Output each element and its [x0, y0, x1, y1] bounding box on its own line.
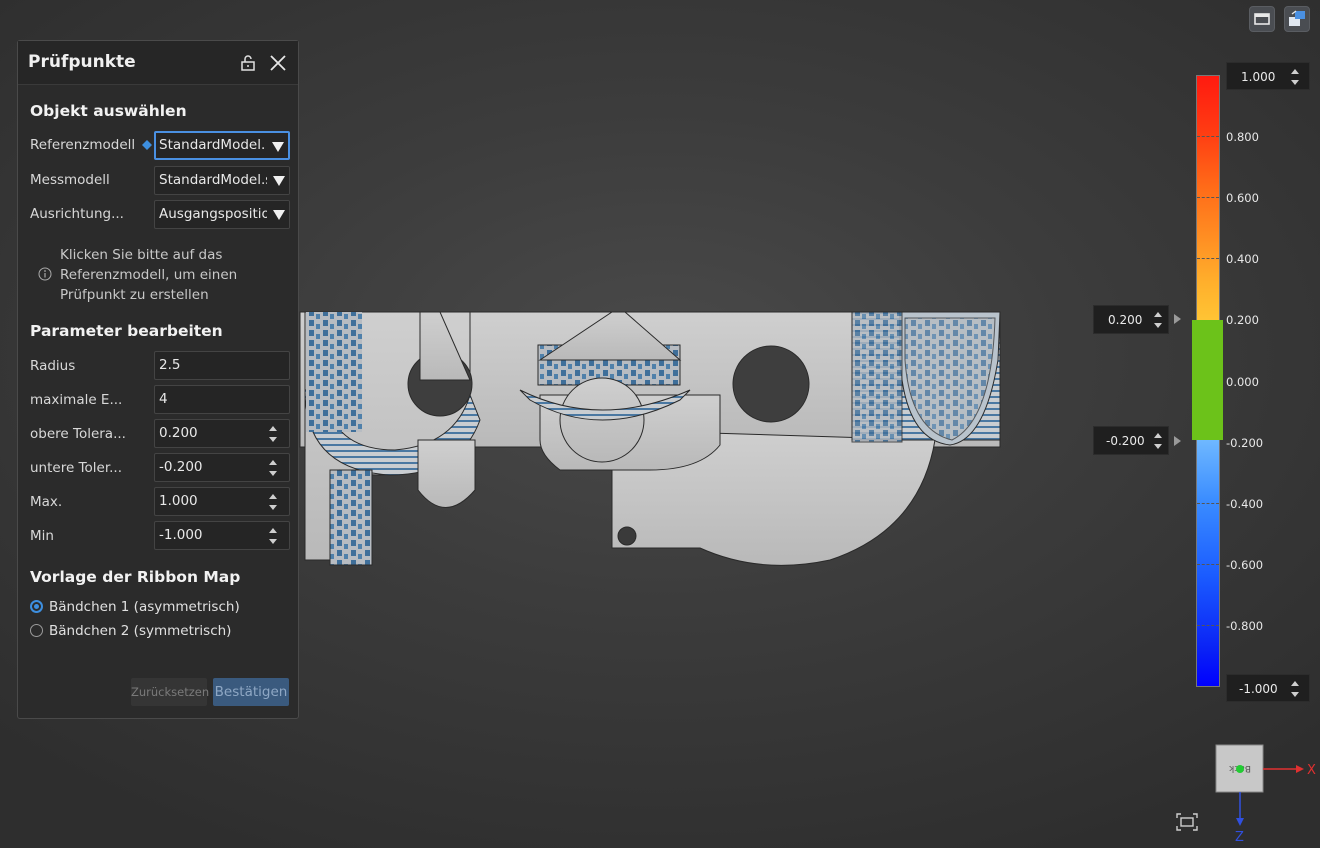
colorbar-min-value: -1.000 — [1239, 682, 1278, 696]
stepper-icon[interactable] — [1291, 681, 1299, 697]
info-icon — [38, 267, 52, 281]
tick-label: -0.200 — [1226, 436, 1264, 450]
max-distance-value: 4 — [159, 391, 168, 407]
radio-unchecked-icon — [30, 624, 43, 637]
max-input[interactable]: 1.000 — [154, 487, 290, 516]
colorbar-max-value: 1.000 — [1241, 70, 1276, 84]
checkpoints-panel: Prüfpunkte Objekt auswählen Referenzmode… — [17, 40, 299, 719]
panel-title: Prüfpunkte — [28, 52, 136, 72]
compare-models-button[interactable] — [1284, 6, 1310, 32]
x-axis-label: X — [1307, 763, 1316, 778]
section-object-title: Objekt auswählen — [30, 102, 187, 120]
measure-model-value: StandardModel.stl — [159, 172, 282, 188]
stepper-icon[interactable] — [269, 460, 277, 476]
lower-tolerance-label: untere Toler... — [30, 460, 123, 476]
stepper-icon[interactable] — [1154, 312, 1162, 328]
tick-label: -0.800 — [1226, 619, 1264, 633]
origin-dot-icon — [1236, 765, 1244, 773]
measure-model-label: Messmodell — [30, 172, 110, 188]
upper-tolerance-handle-value: 0.200 — [1108, 313, 1143, 327]
stepper-icon[interactable] — [269, 528, 277, 544]
swap-models-icon — [1289, 10, 1305, 26]
reference-model-select[interactable]: StandardModel.stl — [154, 131, 290, 160]
tick-label: 0.400 — [1226, 252, 1259, 266]
diamond-marker-icon — [142, 140, 152, 150]
tick-label: -0.400 — [1226, 497, 1264, 511]
upper-tolerance-input[interactable]: 0.200 — [154, 419, 290, 448]
x-axis-arrow-icon — [1296, 765, 1304, 773]
colorbar-min-input[interactable]: -1.000 — [1226, 674, 1310, 702]
tick-label: 0.600 — [1226, 191, 1259, 205]
min-value: -1.000 — [159, 527, 203, 543]
ribbon-option-2-label: Bändchen 2 (symmetrisch) — [49, 623, 232, 639]
upper-tolerance-value: 0.200 — [159, 425, 198, 441]
min-input[interactable]: -1.000 — [154, 521, 290, 550]
window-icon — [1254, 13, 1270, 25]
reference-model-value: StandardModel.stl — [159, 137, 282, 153]
radio-checked-icon — [30, 600, 43, 613]
lower-tolerance-value: -0.200 — [159, 459, 203, 475]
upper-tolerance-handle-input[interactable]: 0.200 — [1093, 305, 1169, 334]
z-axis-label: Z — [1235, 830, 1244, 845]
tick-label: 0.000 — [1226, 375, 1259, 389]
section-params-title: Parameter bearbeiten — [30, 322, 223, 340]
stepper-icon[interactable] — [269, 494, 277, 510]
tick-label: -0.600 — [1226, 558, 1264, 572]
view-panel-button[interactable] — [1249, 6, 1275, 32]
max-label: Max. — [30, 494, 63, 510]
lower-tolerance-handle-input[interactable]: -0.200 — [1093, 426, 1169, 455]
z-axis-arrow-icon — [1236, 818, 1244, 826]
section-ribbon-title: Vorlage der Ribbon Map — [30, 568, 241, 586]
lower-tolerance-handle-value: -0.200 — [1106, 434, 1145, 448]
alignment-label: Ausrichtung... — [30, 206, 124, 222]
tolerance-band — [1192, 320, 1223, 440]
ribbon-option-1[interactable]: Bändchen 1 (asymmetrisch) — [30, 599, 240, 615]
chevron-down-icon — [273, 210, 285, 220]
alignment-select[interactable]: Ausgangsposition — [154, 200, 290, 229]
lower-tolerance-input[interactable]: -0.200 — [154, 453, 290, 482]
max-distance-input[interactable]: 4 — [154, 385, 290, 414]
close-icon[interactable] — [268, 53, 288, 73]
lower-tolerance-pointer[interactable] — [1174, 436, 1181, 446]
max-distance-label: maximale E... — [30, 392, 123, 408]
tick-label: 0.800 — [1226, 130, 1259, 144]
upper-tolerance-pointer[interactable] — [1174, 314, 1181, 324]
min-label: Min — [30, 528, 54, 544]
max-value: 1.000 — [159, 493, 198, 509]
stepper-icon[interactable] — [1154, 433, 1162, 449]
chevron-down-icon — [273, 176, 285, 186]
reference-model-label: Referenzmodell — [30, 137, 136, 153]
radius-value: 2.5 — [159, 357, 181, 373]
fit-view-icon[interactable] — [1174, 811, 1200, 833]
ribbon-option-1-label: Bändchen 1 (asymmetrisch) — [49, 599, 240, 615]
instruction-text: Klicken Sie bitte auf das Referenzmodell… — [60, 247, 238, 303]
measure-model-select[interactable]: StandardModel.stl — [154, 166, 290, 195]
confirm-button[interactable]: Bestätigen — [213, 678, 289, 706]
alignment-value: Ausgangsposition — [159, 206, 279, 222]
ribbon-option-2[interactable]: Bändchen 2 (symmetrisch) — [30, 623, 231, 639]
upper-tolerance-label: obere Tolera... — [30, 426, 126, 442]
radius-input[interactable]: 2.5 — [154, 351, 290, 380]
stepper-icon[interactable] — [1291, 69, 1299, 85]
radius-label: Radius — [30, 358, 76, 374]
reset-button[interactable]: Zurücksetzen — [131, 678, 209, 706]
colorbar-max-input[interactable]: 1.000 — [1226, 62, 1310, 90]
tick-label: 0.200 — [1226, 313, 1259, 327]
scanned-part-model[interactable] — [299, 311, 1001, 566]
panel-header: Prüfpunkte — [18, 41, 298, 85]
stepper-icon[interactable] — [269, 426, 277, 442]
axis-gizmo[interactable]: Back X Z — [1210, 738, 1320, 848]
unlock-icon[interactable] — [238, 53, 258, 73]
chevron-down-icon — [272, 142, 284, 152]
